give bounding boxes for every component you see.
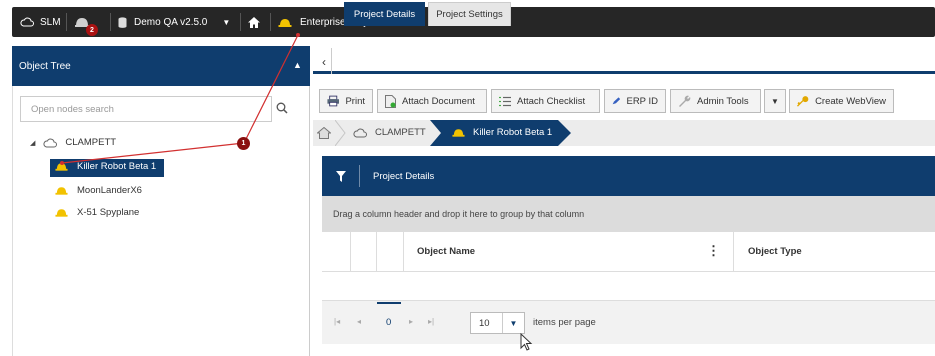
attach-document-label: Attach Document [402,95,475,107]
column-header-object-type[interactable]: Object Type [748,246,802,257]
erp-id-button[interactable]: ERP ID [604,89,666,113]
divider [331,48,332,74]
column-menu-icon[interactable]: ⋮ [707,243,720,259]
tree-search-input[interactable]: Open nodes search [20,96,272,122]
breadcrumb-label: CLAMPETT [375,127,426,138]
expand-triangle-icon[interactable]: ◢ [30,139,35,147]
collapse-panel-icon[interactable]: ▲ [293,60,302,70]
separator [270,13,271,31]
chevron-down-icon: ▼ [222,17,231,27]
grid-title: Project Details [373,170,435,182]
tab-label: Project Details [353,9,416,20]
separator [66,13,67,31]
search-icon[interactable] [276,102,288,114]
breadcrumb-label: Killer Robot Beta 1 [473,127,553,138]
prev-page-icon[interactable]: ◂ [357,317,361,326]
next-page-icon[interactable]: ▸ [409,317,413,326]
back-arrow-icon[interactable]: ‹ [318,50,330,74]
admin-tools-dropdown[interactable]: ▼ [764,89,786,113]
home-icon[interactable] [317,127,331,139]
chevron-down-icon[interactable]: ▼ [502,313,524,333]
mouse-cursor-icon [520,333,533,351]
printer-icon [327,95,340,107]
cloud-icon [353,128,367,137]
object-tree-title: Object Tree [19,60,71,72]
current-page-number[interactable]: 0 [386,317,391,328]
breadcrumb-separator [335,120,346,146]
home-button[interactable] [248,7,260,37]
object-tree-panel [12,86,310,356]
tab-project-details[interactable]: Project Details [344,2,425,26]
page-size-select[interactable]: 10 ▼ [470,312,525,334]
separator [110,13,111,31]
search-placeholder: Open nodes search [31,103,114,115]
breadcrumb-item-killer-robot[interactable]: Killer Robot Beta 1 [452,127,552,138]
slm-label: SLM [40,16,61,28]
tree-node-clampett[interactable]: ◢ CLAMPETT [30,137,116,148]
helmet-icon [278,18,292,27]
pen-icon [612,97,621,105]
create-webview-label: Create WebView [815,95,886,107]
grid-column-header-row: Object Name ⋮ Object Type [322,232,935,272]
print-button[interactable]: Print [319,89,373,113]
document-icon [385,94,396,108]
pager: |◂ ◂ 0 ▸ ▸| 10 ▼ items per page [322,300,935,344]
column-divider [733,232,734,272]
cloud-icon [20,17,34,27]
column-header-object-name[interactable]: Object Name [417,246,475,257]
helmet-icon [55,187,68,195]
cloud-icon [43,138,58,147]
tab-project-settings[interactable]: Project Settings [428,2,511,26]
admin-tools-button[interactable]: Admin Tools [670,89,761,113]
grid-header: Project Details [322,156,935,196]
tree-node-x51[interactable]: X-51 Spyplane [55,207,139,218]
helmet-icon [55,209,68,217]
notification-badge: 2 [86,24,98,36]
tree-node-label: CLAMPETT [65,137,117,148]
tab-bar [313,46,935,74]
database-label: Demo QA v2.5.0 [134,16,208,28]
grid-body [322,272,935,300]
tab-label: Project Settings [436,9,503,20]
slm-menu[interactable]: SLM [20,7,61,37]
print-label: Print [345,95,365,107]
group-hint-text: Drag a column header and drop it here to… [333,209,585,219]
column-divider [403,232,404,272]
attach-document-button[interactable]: Attach Document [377,89,487,113]
column-divider [350,232,351,272]
last-page-icon[interactable]: ▸| [428,317,434,326]
filter-icon[interactable] [336,170,346,182]
helmet-icon [55,163,68,171]
create-webview-button[interactable]: Create WebView [789,89,894,113]
group-drop-area[interactable]: Drag a column header and drop it here to… [322,196,935,232]
tree-node-moonlander[interactable]: MoonLanderX6 [55,185,142,196]
helmet-icon [452,129,465,137]
current-page-indicator [377,302,401,304]
home-icon [248,16,260,28]
first-page-icon[interactable]: |◂ [334,317,340,326]
attach-checklist-label: Attach Checklist [517,95,586,107]
tree-node-killer-robot[interactable]: Killer Robot Beta 1 [55,161,156,172]
database-selector[interactable]: Demo QA v2.5.0 ▼ [118,7,230,37]
attach-checklist-button[interactable]: Attach Checklist [491,89,600,113]
column-divider [376,232,377,272]
checklist-icon [499,96,511,106]
admin-tools-label: Admin Tools [697,95,749,107]
chevron-down-icon: ▼ [771,96,779,106]
erp-id-label: ERP ID [626,95,658,107]
items-per-page-label: items per page [533,317,596,328]
callout-marker: 1 [237,137,250,150]
tree-node-label: X-51 Spyplane [77,207,140,218]
tree-node-label: MoonLanderX6 [77,185,142,196]
object-tree-header: Object Tree ▲ [12,46,310,86]
database-icon [118,16,127,28]
breadcrumb-item-clampett[interactable]: CLAMPETT [353,127,426,138]
divider [359,165,360,187]
separator [240,13,241,31]
wrench-icon [679,95,691,107]
key-icon [797,96,809,107]
page-size-value: 10 [479,317,490,329]
tree-node-label: Killer Robot Beta 1 [77,161,157,172]
